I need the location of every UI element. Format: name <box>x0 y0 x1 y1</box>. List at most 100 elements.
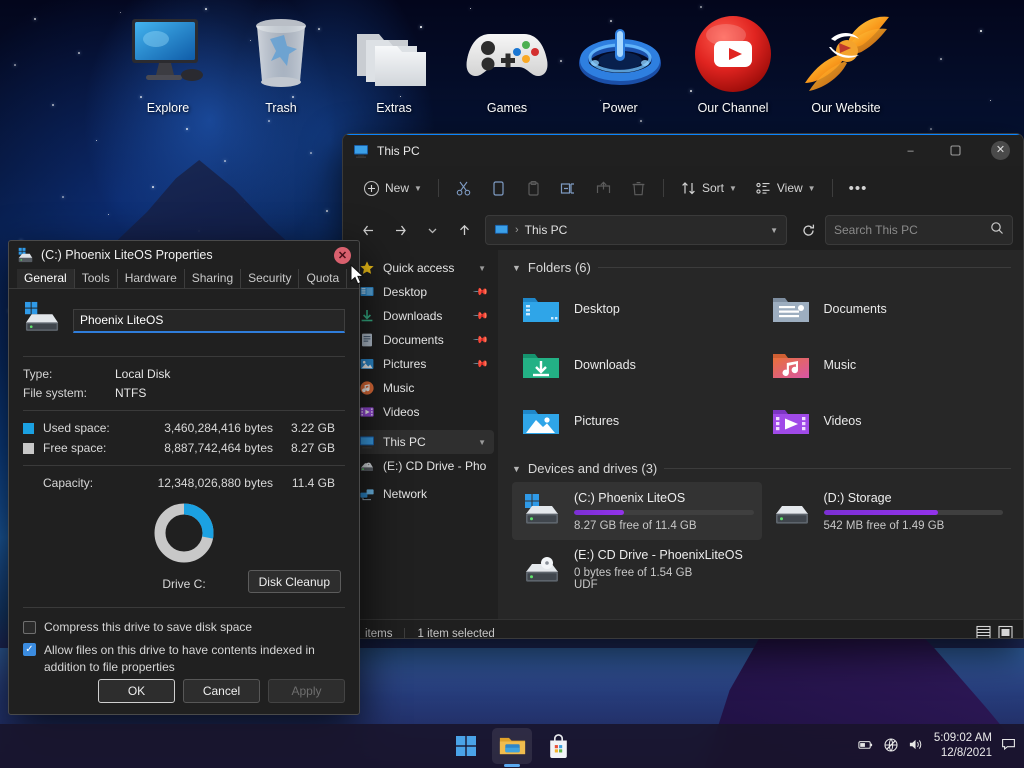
folder-tile-pictures[interactable]: Pictures <box>512 393 762 449</box>
explorer-content-pane[interactable]: ▼ Folders (6) Desktop Documents Download… <box>498 250 1023 619</box>
pin-icon[interactable]: 📌 <box>471 332 488 349</box>
sidebar-item-pictures[interactable]: Pictures 📌 <box>347 352 494 376</box>
drive-tile-d[interactable]: (D:) Storage 542 MB free of 1.49 GB <box>762 482 1012 540</box>
dialog-tabs[interactable]: General Tools Hardware Sharing Security … <box>9 269 359 289</box>
chevron-down-icon[interactable]: ▼ <box>478 264 486 273</box>
folder-tile-documents[interactable]: Documents <box>762 281 1012 337</box>
star <box>326 210 328 212</box>
forward-button[interactable] <box>385 215 415 245</box>
breadcrumb-this-pc[interactable]: This PC <box>525 223 568 237</box>
desktop-icon-power[interactable]: Power <box>564 8 676 115</box>
sidebar-item-this-pc[interactable]: This PC ▼ <box>347 430 494 454</box>
tab-sharing[interactable]: Sharing <box>185 269 241 288</box>
rename-button[interactable] <box>552 173 585 203</box>
sidebar-item-downloads[interactable]: Downloads 📌 <box>347 304 494 328</box>
tab-quota[interactable]: Quota <box>299 269 347 288</box>
clock-time: 5:09:02 AM <box>934 731 992 746</box>
notification-icon[interactable] <box>1001 737 1016 755</box>
ok-button[interactable]: OK <box>98 679 175 703</box>
folder-tile-desktop[interactable]: Desktop <box>512 281 762 337</box>
desktop-icon-games[interactable]: Games <box>451 8 563 115</box>
search-box[interactable] <box>825 215 1013 245</box>
delete-button[interactable] <box>622 173 655 203</box>
close-icon[interactable]: ✕ <box>334 247 351 264</box>
volume-name-input[interactable] <box>73 309 345 333</box>
index-checkbox[interactable]: ✓ <box>23 643 36 656</box>
drive-tile-e[interactable]: (E:) CD Drive - PhoenixLiteOS 0 bytes fr… <box>512 540 762 598</box>
paste-button[interactable] <box>517 173 550 203</box>
cut-button[interactable] <box>447 173 480 203</box>
large-icons-view-icon[interactable] <box>998 625 1013 640</box>
tab-tools[interactable]: Tools <box>75 269 118 288</box>
new-button[interactable]: New ▼ <box>355 173 430 203</box>
sort-button[interactable]: Sort ▼ <box>672 173 745 203</box>
sidebar-item-desktop[interactable]: Desktop 📌 <box>347 280 494 304</box>
share-button[interactable] <box>587 173 620 203</box>
tab-general[interactable]: General <box>17 269 75 288</box>
close-button[interactable]: ✕ <box>978 135 1023 167</box>
explorer-titlebar[interactable]: This PC – ✕ <box>343 134 1023 166</box>
sidebar-item-music[interactable]: Music <box>347 376 494 400</box>
address-breadcrumb-box[interactable]: › This PC ▼ <box>485 215 787 245</box>
taskbar-file-explorer[interactable] <box>492 728 532 764</box>
sidebar-group-quick-access[interactable]: Quick access ▼ <box>347 256 494 280</box>
cancel-button[interactable]: Cancel <box>183 679 260 703</box>
network-disconnected-icon[interactable] <box>883 737 899 756</box>
folder-tile-videos[interactable]: Videos <box>762 393 1012 449</box>
search-icon[interactable] <box>990 221 1004 240</box>
drive-tile-c[interactable]: (C:) Phoenix LiteOS 8.27 GB free of 11.4… <box>512 482 762 540</box>
more-options-button[interactable]: ••• <box>841 173 876 203</box>
sidebar-item-videos[interactable]: Videos <box>347 400 494 424</box>
start-button[interactable] <box>446 728 486 764</box>
explorer-address-bar[interactable]: › This PC ▼ <box>343 210 1023 250</box>
pin-icon[interactable]: 📌 <box>471 356 488 373</box>
tab-hardware[interactable]: Hardware <box>118 269 185 288</box>
pin-icon[interactable]: 📌 <box>471 284 488 301</box>
drive-properties-dialog[interactable]: (C:) Phoenix LiteOS Properties ✕ General… <box>8 240 360 715</box>
clock[interactable]: 5:09:02 AM 12/8/2021 <box>934 731 992 761</box>
folders-group-header[interactable]: ▼ Folders (6) <box>512 260 1011 275</box>
desktop-icon-extras[interactable]: Extras <box>338 8 450 115</box>
volume-icon[interactable] <box>908 737 925 755</box>
refresh-button[interactable] <box>793 215 823 245</box>
view-button[interactable]: View ▼ <box>747 173 824 203</box>
search-input[interactable] <box>834 223 990 237</box>
sidebar-item-network[interactable]: Network <box>347 482 494 506</box>
system-tray[interactable]: 5:09:02 AM 12/8/2021 <box>857 731 1016 761</box>
disk-cleanup-button[interactable]: Disk Cleanup <box>248 570 341 593</box>
sidebar-item-documents[interactable]: Documents 📌 <box>347 328 494 352</box>
file-explorer-window[interactable]: This PC – ✕ New ▼ Sort ▼ View ▼ ••• › Th… <box>342 133 1024 639</box>
up-button[interactable] <box>449 215 479 245</box>
pin-icon[interactable]: 📌 <box>471 308 488 325</box>
window-controls[interactable]: – ✕ <box>888 135 1023 167</box>
desktop-icon-trash[interactable]: Trash <box>225 8 337 115</box>
chevron-down-icon[interactable]: ▼ <box>478 438 486 447</box>
chevron-down-icon[interactable]: ▼ <box>770 226 778 235</box>
navigation-pane[interactable]: Quick access ▼ Desktop 📌 Downloads 📌 Doc… <box>343 250 498 619</box>
desktop-icon-our-website[interactable]: Our Website <box>790 8 902 115</box>
devices-group-header[interactable]: ▼ Devices and drives (3) <box>512 461 1011 476</box>
view-toggle-group[interactable] <box>976 625 1013 640</box>
desktop-icon-our-channel[interactable]: Our Channel <box>677 8 789 115</box>
taskbar-microsoft-store[interactable] <box>538 728 578 764</box>
compress-checkbox[interactable] <box>23 621 36 634</box>
star <box>152 186 154 188</box>
tab-security[interactable]: Security <box>241 269 299 288</box>
desktop-icon-explore[interactable]: Explore <box>112 8 224 115</box>
folder-tile-downloads[interactable]: Downloads <box>512 337 762 393</box>
recent-locations-button[interactable] <box>417 215 447 245</box>
chevron-down-icon[interactable]: ▼ <box>512 263 521 273</box>
folder-tile-music[interactable]: Music <box>762 337 1012 393</box>
sidebar-item-cd-drive[interactable]: (E:) CD Drive - Phoer <box>347 454 494 478</box>
maximize-button[interactable] <box>933 135 978 167</box>
details-view-icon[interactable] <box>976 625 991 640</box>
battery-icon[interactable] <box>857 737 874 755</box>
copy-button[interactable] <box>482 173 515 203</box>
explorer-toolbar[interactable]: New ▼ Sort ▼ View ▼ ••• <box>343 166 1023 210</box>
compress-option-row[interactable]: Compress this drive to save disk space <box>23 620 345 634</box>
taskbar-apps[interactable] <box>446 728 578 764</box>
taskbar[interactable]: 5:09:02 AM 12/8/2021 <box>0 724 1024 768</box>
dialog-titlebar[interactable]: (C:) Phoenix LiteOS Properties ✕ <box>9 241 359 269</box>
chevron-down-icon[interactable]: ▼ <box>512 464 521 474</box>
minimize-button[interactable]: – <box>888 135 933 167</box>
